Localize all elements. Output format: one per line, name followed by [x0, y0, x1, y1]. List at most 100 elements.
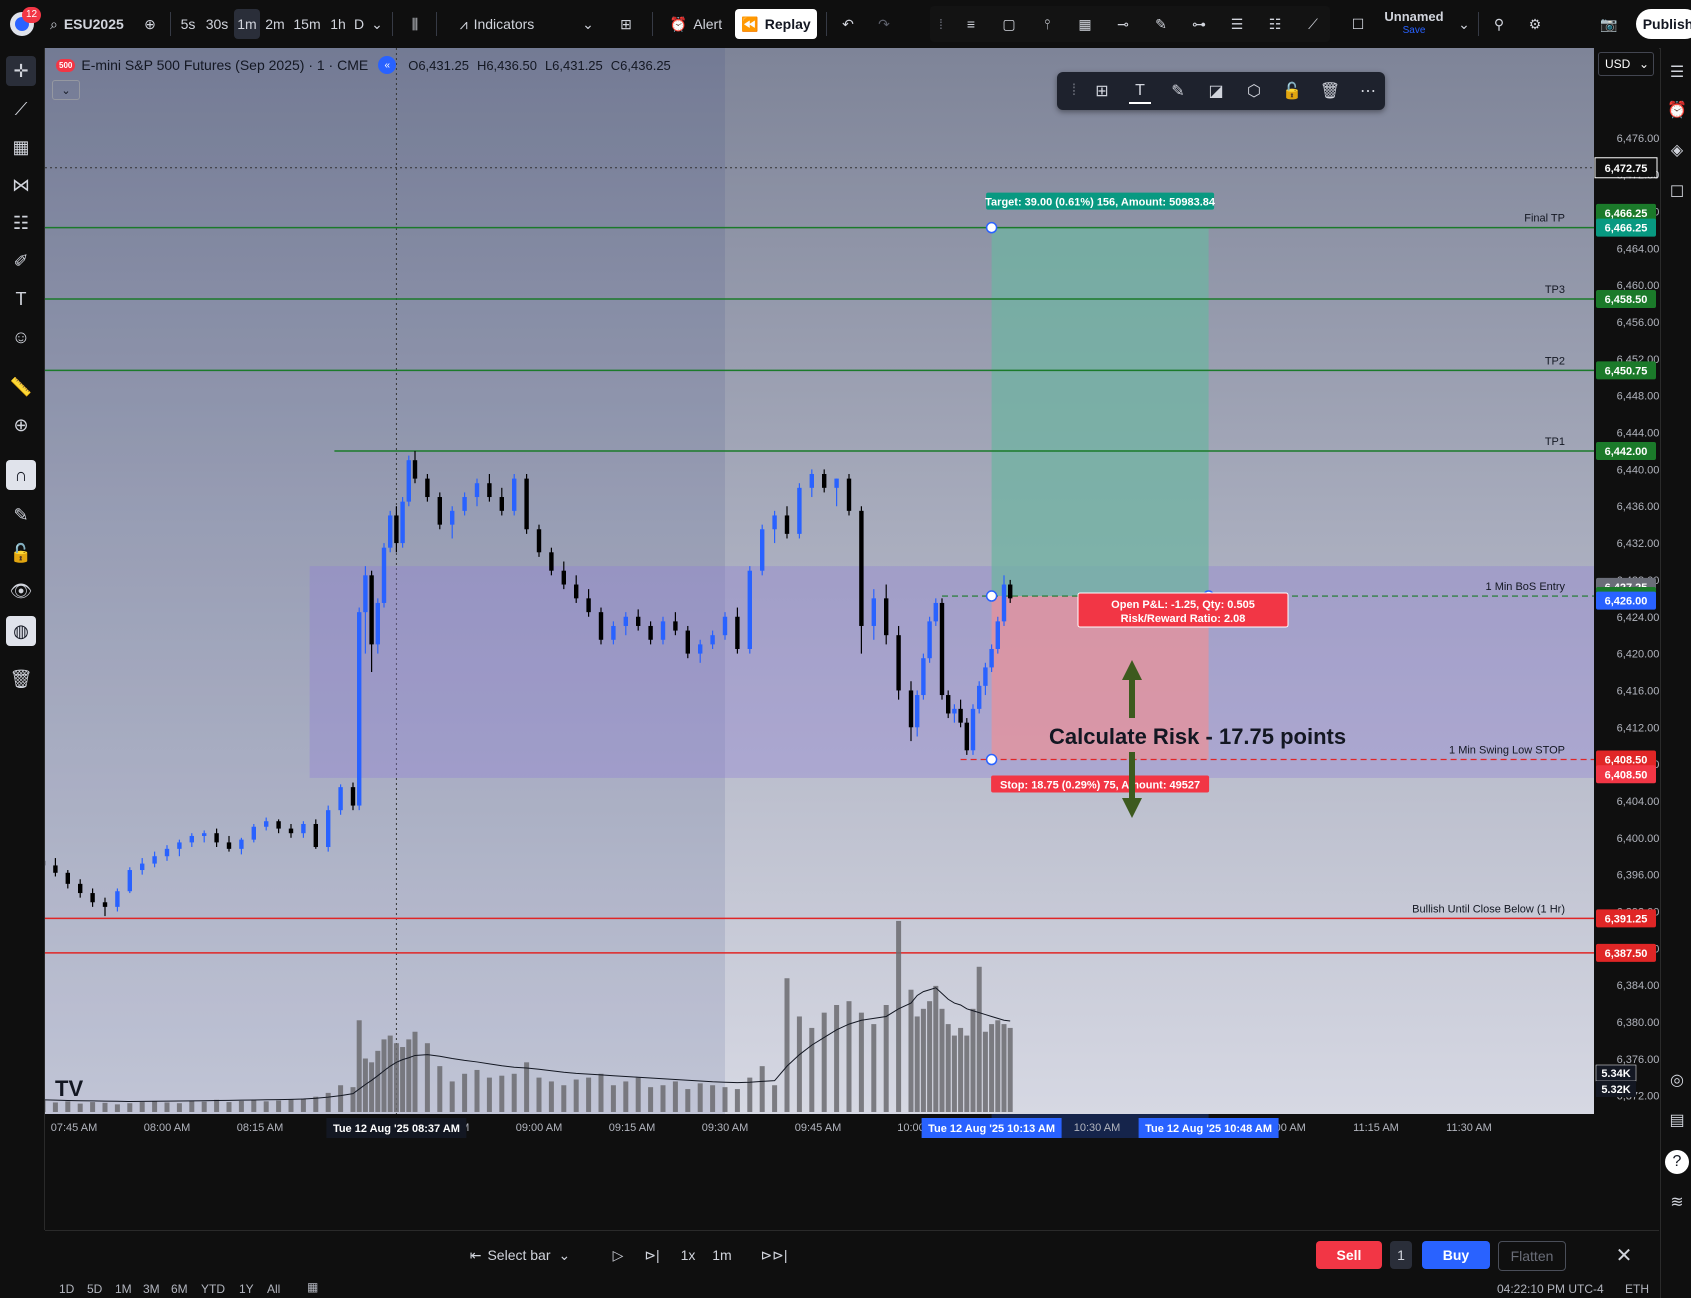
tool-vertical-line[interactable]: ⫯: [1032, 9, 1062, 39]
candle-body[interactable]: [177, 842, 182, 849]
snapshot-button[interactable]: 📷: [1596, 9, 1622, 39]
symbol-search-button[interactable]: ⌕ ESU2025: [46, 9, 136, 39]
candle-body[interactable]: [251, 826, 256, 840]
trash-icon[interactable]: 🗑: [6, 664, 36, 694]
candle-body[interactable]: [760, 529, 765, 571]
interval-d[interactable]: D: [350, 9, 368, 39]
candle-body[interactable]: [264, 821, 269, 827]
interval-5s[interactable]: 5s: [176, 9, 200, 39]
candle-body[interactable]: [202, 833, 207, 836]
tool-price-line[interactable]: ⊶: [1184, 9, 1214, 39]
crosshair-icon[interactable]: ✛: [6, 56, 36, 86]
clock-label[interactable]: 04:22:10 PM UTC-4: [1497, 1282, 1604, 1296]
tool-rectangle[interactable]: ▢: [994, 9, 1024, 39]
candle-body[interactable]: [983, 667, 988, 686]
candle-body[interactable]: [970, 708, 976, 751]
candle-body[interactable]: [896, 635, 901, 691]
candle-body[interactable]: [989, 648, 994, 668]
candle-body[interactable]: [797, 487, 802, 534]
level-tag[interactable]: 6,387.50: [1605, 948, 1648, 960]
flatten-button[interactable]: Flatten: [1498, 1241, 1566, 1271]
candle-body[interactable]: [939, 602, 945, 696]
candle-body[interactable]: [412, 460, 418, 479]
tool-path[interactable]: ⟋: [1298, 9, 1328, 39]
candle-body[interactable]: [648, 625, 653, 640]
candle-body[interactable]: [921, 658, 926, 696]
current-price-tag[interactable]: 6,426.00: [1605, 596, 1648, 608]
interval-1h[interactable]: 1h: [326, 9, 350, 39]
fill-color-icon[interactable]: ◪: [1205, 80, 1227, 102]
position-tool-icon[interactable]: ☷: [6, 208, 36, 238]
text-color-icon[interactable]: T: [1129, 80, 1151, 104]
candle-body[interactable]: [369, 575, 374, 645]
currency-select[interactable]: USD ⌄: [1598, 52, 1654, 76]
signal-icon[interactable]: ≋: [1665, 1190, 1689, 1214]
indicators-dropdown[interactable]: ⌄: [580, 9, 596, 39]
candle-body[interactable]: [127, 870, 132, 892]
candle-body[interactable]: [313, 823, 318, 848]
settings-icon[interactable]: ⬡: [1243, 80, 1265, 102]
tool-horizontal-lines[interactable]: ≡: [956, 9, 986, 39]
candle-body[interactable]: [65, 872, 70, 884]
trash-icon[interactable]: 🗑: [1319, 80, 1341, 102]
tp2-price-tag[interactable]: 6,450.75: [1605, 365, 1648, 377]
pattern-icon[interactable]: ⋈: [6, 170, 36, 200]
sell-button[interactable]: Sell: [1316, 1241, 1382, 1269]
candle-body[interactable]: [288, 828, 294, 834]
range-1m[interactable]: 1M: [115, 1282, 132, 1296]
lock-icon[interactable]: 🔓: [6, 538, 36, 568]
lock-pen-icon[interactable]: ✎: [6, 500, 36, 530]
candle-body[interactable]: [927, 621, 932, 659]
candle-body[interactable]: [735, 616, 740, 649]
candle-body[interactable]: [375, 602, 380, 645]
candle-body[interactable]: [995, 621, 1000, 649]
candle-body[interactable]: [350, 787, 356, 806]
candle-body[interactable]: [636, 616, 641, 626]
range-6m[interactable]: 6M: [171, 1282, 188, 1296]
candle-body[interactable]: [915, 695, 920, 728]
candle-body[interactable]: [499, 497, 504, 511]
price-chart[interactable]: Final TP TP3 TP2 TP1 Bullish Until Close Bel…: [45, 48, 1659, 1230]
candle-body[interactable]: [226, 842, 232, 849]
alerts-icon[interactable]: ⏰: [1665, 98, 1689, 122]
candle-body[interactable]: [586, 598, 591, 613]
candle-body[interactable]: [698, 644, 703, 654]
candle-body[interactable]: [406, 460, 411, 502]
candle-body[interactable]: [1008, 584, 1013, 599]
candle-body[interactable]: [673, 621, 678, 631]
bullish-level-tag[interactable]: 6,391.25: [1605, 913, 1648, 925]
interval-30s[interactable]: 30s: [202, 9, 232, 39]
layouts-button[interactable]: ⊞: [612, 9, 640, 39]
candle-body[interactable]: [326, 810, 331, 848]
trend-line-icon[interactable]: ⟋: [6, 94, 36, 124]
candle-body[interactable]: [189, 835, 194, 843]
candle-body[interactable]: [747, 570, 752, 649]
redo-button[interactable]: ↷: [870, 9, 898, 39]
close-replay-button[interactable]: ✕: [1611, 1241, 1637, 1269]
tool-fib[interactable]: ☰: [1222, 9, 1252, 39]
chart-pane[interactable]: Final TP TP3 TP2 TP1 Bullish Until Close Bel…: [45, 48, 1659, 1230]
candle-body[interactable]: [164, 848, 170, 857]
layout-name-button[interactable]: Unnamed Save: [1374, 9, 1454, 39]
candle-body[interactable]: [450, 510, 455, 525]
candle-body[interactable]: [400, 501, 405, 544]
candle-body[interactable]: [78, 883, 83, 894]
candle-body[interactable]: [784, 515, 790, 534]
interval-2m[interactable]: 2m: [262, 9, 288, 39]
candle-body[interactable]: [53, 865, 58, 873]
candle-body[interactable]: [809, 474, 814, 488]
candle-body[interactable]: [710, 635, 715, 645]
tool-trend-line[interactable]: ✎: [1146, 9, 1176, 39]
chat-icon[interactable]: ☐: [1665, 180, 1689, 204]
magnet-icon[interactable]: ∩: [6, 460, 36, 490]
candle-body[interactable]: [611, 625, 616, 640]
candle-body[interactable]: [388, 515, 393, 548]
range-1d[interactable]: 1D: [59, 1282, 74, 1296]
candle-body[interactable]: [363, 575, 368, 613]
position-handle[interactable]: [985, 753, 998, 766]
stop-price-tag[interactable]: 6,408.50: [1605, 769, 1648, 781]
template-icon[interactable]: ⊞: [1091, 80, 1113, 102]
candle-body[interactable]: [933, 602, 938, 622]
replay-indicator-icon[interactable]: «: [378, 56, 397, 74]
candle-body[interactable]: [474, 483, 480, 498]
